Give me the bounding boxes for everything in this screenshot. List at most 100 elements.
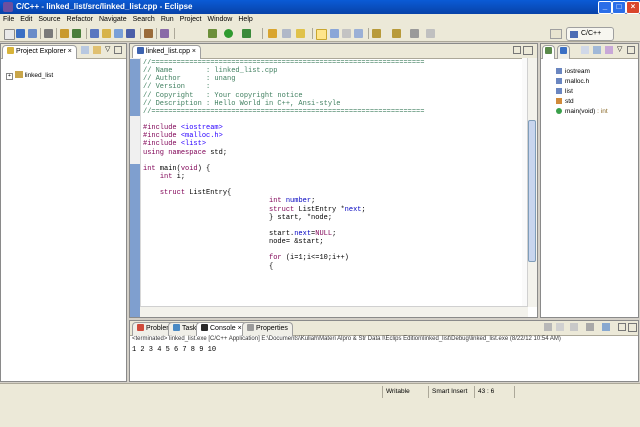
code-line[interactable]: // Copyright : Your copyright notice [143, 92, 521, 100]
display-console-icon[interactable] [602, 323, 610, 331]
outline-item[interactable]: main(void) : int [556, 108, 608, 115]
minimize-view-icon[interactable] [627, 46, 635, 54]
code-line[interactable]: int number; [143, 197, 521, 205]
code-line[interactable]: // Author : unang [143, 75, 521, 83]
code-line[interactable]: // Description : Hello World in C++, Ans… [143, 100, 521, 108]
code-line[interactable] [143, 246, 521, 254]
code-line[interactable]: // Version : [143, 83, 521, 91]
menu-navigate[interactable]: Navigate [96, 14, 130, 26]
tab-project-explorer[interactable]: Project Explorer × [2, 45, 77, 59]
scroll-lock-icon[interactable] [570, 323, 578, 331]
menu-search[interactable]: Search [130, 14, 158, 26]
outline-item[interactable]: list [556, 88, 573, 95]
expand-toggle-icon[interactable]: + [6, 73, 13, 80]
view-menu-icon[interactable]: ▽ [105, 45, 110, 53]
open-perspective-icon[interactable] [550, 29, 562, 39]
maximize-view-icon[interactable] [628, 323, 637, 332]
close-window-button[interactable]: × [626, 1, 640, 14]
new-cpp-project-icon[interactable] [90, 29, 99, 38]
code-line[interactable] [143, 181, 521, 189]
menu-refactor[interactable]: Refactor [64, 14, 96, 26]
menu-file[interactable]: File [0, 14, 17, 26]
tab-make-targets[interactable] [557, 45, 570, 59]
minimize-button[interactable]: _ [598, 1, 612, 14]
close-tab-icon[interactable]: × [68, 48, 72, 55]
view-menu-icon[interactable]: ▽ [617, 45, 622, 53]
maximize-editor-icon[interactable] [523, 46, 533, 55]
new-folder-icon[interactable] [102, 29, 111, 38]
code-line[interactable] [143, 157, 521, 165]
tab-linked-list-cpp[interactable]: linked_list.cpp × [132, 45, 202, 59]
code-line[interactable] [143, 116, 521, 124]
tab-outline[interactable] [542, 45, 555, 59]
search-icon[interactable] [144, 29, 153, 38]
back-icon[interactable] [410, 29, 419, 38]
code-line[interactable]: #include <list> [143, 140, 521, 148]
highlight-icon[interactable] [316, 29, 327, 40]
save-icon[interactable] [16, 29, 25, 38]
link-editor-icon[interactable] [93, 46, 101, 54]
show-whitespace-icon[interactable] [330, 29, 339, 38]
collapse-all-icon[interactable] [81, 46, 89, 54]
code-line[interactable]: int i; [143, 173, 521, 181]
new-file-icon[interactable] [114, 29, 123, 38]
open-type-icon[interactable] [160, 29, 169, 38]
pilcrow-icon[interactable] [342, 29, 351, 38]
code-line[interactable]: //======================================… [143, 108, 521, 116]
hide-static-icon[interactable] [605, 46, 613, 54]
block-select-icon[interactable] [354, 29, 363, 38]
code-line[interactable]: int main(void) { [143, 165, 521, 173]
menu-window[interactable]: Window [204, 14, 235, 26]
hide-fields-icon[interactable] [593, 46, 601, 54]
console-output[interactable]: 1 2 3 4 5 6 7 8 9 10 [132, 346, 216, 354]
menu-source[interactable]: Source [35, 14, 63, 26]
minimize-view-icon[interactable] [618, 323, 626, 331]
code-line[interactable]: #include <malloc.h> [143, 132, 521, 140]
sort-icon[interactable] [581, 46, 589, 54]
clear-console-icon[interactable] [556, 323, 564, 331]
tree-item-project[interactable]: + linked_list [6, 71, 53, 80]
code-line[interactable]: for (i=1;i<=10;i++) [143, 254, 521, 262]
forward-icon[interactable] [426, 29, 435, 38]
code-line[interactable]: node= &start; [143, 238, 521, 246]
build-icon[interactable] [60, 29, 69, 38]
code-line[interactable]: start.next=NULL; [143, 230, 521, 238]
code-line[interactable] [143, 222, 521, 230]
perspective-switcher[interactable]: C/C++ [566, 27, 614, 41]
build-all-icon[interactable] [72, 29, 81, 38]
vertical-scrollbar[interactable] [527, 58, 537, 307]
pin-console-icon[interactable] [586, 323, 594, 331]
minimize-view-icon[interactable] [114, 46, 122, 54]
horizontal-scrollbar[interactable] [140, 306, 528, 317]
outline-item[interactable]: std [556, 98, 574, 105]
tab-properties[interactable]: Properties [242, 322, 293, 336]
code-line[interactable]: struct ListEntry *next; [143, 206, 521, 214]
pencil-icon[interactable] [296, 29, 305, 38]
scroll-thumb[interactable] [528, 120, 536, 262]
menu-help[interactable]: Help [235, 14, 255, 26]
link-icon[interactable] [282, 29, 291, 38]
external-tools-icon[interactable] [242, 29, 251, 38]
save-all-icon[interactable] [28, 29, 37, 38]
new-class-icon[interactable] [126, 29, 135, 38]
code-line[interactable]: #include <iostream> [143, 124, 521, 132]
code-line[interactable]: using namespace std; [143, 149, 521, 157]
code-line[interactable]: // Name : linked_list.cpp [143, 67, 521, 75]
prev-annotation-icon[interactable] [392, 29, 401, 38]
menu-run[interactable]: Run [158, 14, 177, 26]
maximize-button[interactable]: □ [612, 1, 626, 14]
tab-console[interactable]: Console × [196, 322, 247, 336]
open-folder-icon[interactable] [268, 29, 277, 38]
debug-icon[interactable] [208, 29, 217, 38]
code-line[interactable]: { [143, 263, 521, 271]
new-icon[interactable] [4, 29, 15, 40]
remove-launch-icon[interactable] [544, 323, 552, 331]
menu-edit[interactable]: Edit [17, 14, 35, 26]
next-annotation-icon[interactable] [372, 29, 381, 38]
close-tab-icon[interactable]: × [192, 48, 196, 55]
outline-item[interactable]: iostream [556, 68, 590, 75]
code-area[interactable]: //======================================… [143, 59, 521, 307]
code-line[interactable]: struct ListEntry{ [143, 189, 521, 197]
print-icon[interactable] [44, 29, 53, 38]
minimize-editor-icon[interactable] [513, 46, 521, 54]
